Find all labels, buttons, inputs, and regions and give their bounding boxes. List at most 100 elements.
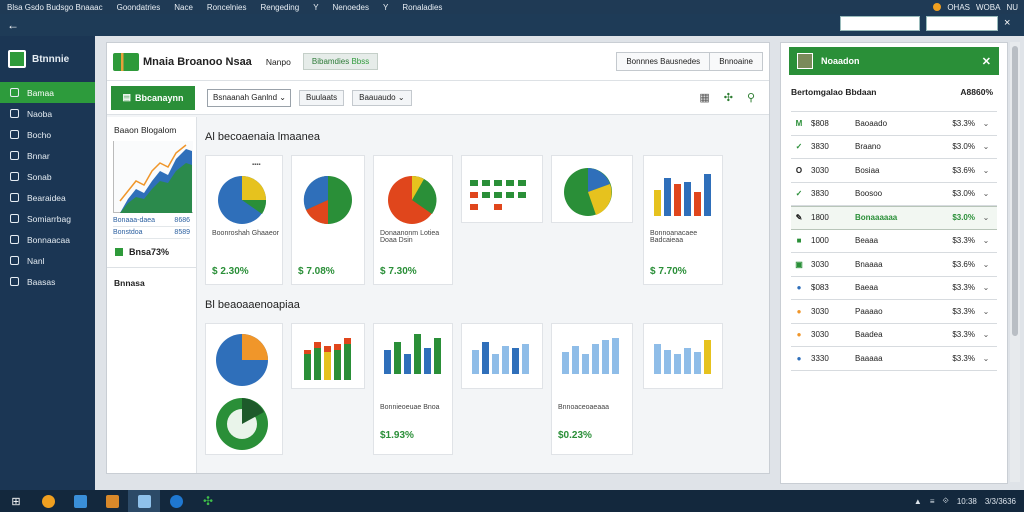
- bar: [654, 344, 661, 374]
- bar: [304, 354, 311, 380]
- filter-select[interactable]: Bsnaanah Ganlnd ⌄: [207, 88, 291, 107]
- menu-item[interactable]: Goondatries: [110, 3, 168, 12]
- notification-icon[interactable]: [933, 3, 942, 11]
- row-label: Bonaaa-daea: [113, 217, 156, 224]
- list-item[interactable]: M $808 Baoaado $3.3% ⌄: [791, 112, 997, 136]
- menu-item[interactable]: Ronaladies: [395, 3, 449, 12]
- clover-icon[interactable]: ✣: [724, 91, 733, 104]
- sidebar-item-dashboard[interactable]: Bamaa: [0, 82, 95, 103]
- chart-card[interactable]: [551, 155, 633, 223]
- chart-card[interactable]: [461, 323, 543, 389]
- scrollbar-thumb[interactable]: [1012, 46, 1018, 336]
- toolbar-button[interactable]: Buulaats: [299, 89, 345, 106]
- chart-card[interactable]: Bnnoaceoaeaaa $0.23%: [551, 323, 633, 455]
- start-button[interactable]: ⊞: [0, 490, 32, 512]
- row-value: $3.0%: [952, 213, 975, 223]
- sidebar-item[interactable]: Baasas: [0, 271, 95, 292]
- toolbar-dropdown[interactable]: Baauaudo ⌄: [352, 89, 412, 106]
- tray-volume-icon[interactable]: ⟐: [943, 496, 949, 506]
- header-link[interactable]: Nanpo: [266, 57, 291, 67]
- close-icon[interactable]: ✕: [982, 55, 991, 68]
- header-pill[interactable]: Bibamdies Bbss: [302, 53, 379, 70]
- menubar-status[interactable]: NU: [1006, 3, 1018, 12]
- chart-card[interactable]: [205, 323, 283, 455]
- tray-up-icon[interactable]: ▲: [914, 497, 922, 506]
- list-item[interactable]: ■ 1000 Beaaa $3.3% ⌄: [791, 230, 997, 253]
- chevron-down-icon[interactable]: ⌄: [975, 260, 997, 269]
- bar-chart: [562, 338, 619, 374]
- sidebar-item[interactable]: Bearaidea: [0, 187, 95, 208]
- primary-button[interactable]: ▤ Bbcanaynn: [111, 85, 195, 110]
- taskbar-app[interactable]: [128, 490, 160, 512]
- list-item[interactable]: ● 3030 Baadea $3.3% ⌄: [791, 324, 997, 347]
- menu-item[interactable]: Y: [376, 3, 395, 12]
- list-item[interactable]: ✓ 3830 Braano $3.0% ⌄: [791, 136, 997, 159]
- chart-card[interactable]: [643, 323, 723, 389]
- menubar-status[interactable]: OHAS: [947, 3, 970, 12]
- menu-item[interactable]: Nenoedes: [326, 3, 376, 12]
- menu-icon: [10, 235, 19, 244]
- chart-card[interactable]: $ 7.08%: [291, 155, 365, 285]
- grid-icon[interactable]: ▦: [699, 91, 709, 104]
- tray-network-icon[interactable]: ≡: [930, 497, 935, 506]
- chevron-down-icon[interactable]: ⌄: [975, 354, 997, 363]
- chevron-down-icon[interactable]: ⌄: [975, 236, 997, 245]
- bar: [572, 346, 579, 374]
- search-icon[interactable]: ⚲: [747, 91, 755, 104]
- sidebar-item[interactable]: Naoba: [0, 103, 95, 124]
- sidebar-item[interactable]: Nanl: [0, 250, 95, 271]
- back-arrow-icon[interactable]: ←: [0, 14, 26, 36]
- chevron-down-icon[interactable]: ⌄: [975, 142, 997, 151]
- chevron-down-icon[interactable]: ⌄: [975, 307, 997, 316]
- taskbar-app[interactable]: [32, 490, 64, 512]
- list-item[interactable]: ✎ 1800 Bonaaaaaa $3.0% ⌄: [791, 206, 997, 230]
- search-input-secondary[interactable]: [926, 16, 998, 31]
- taskbar-app[interactable]: [96, 490, 128, 512]
- chart-card[interactable]: [291, 323, 365, 389]
- search-input[interactable]: [840, 16, 920, 31]
- pie-chart: [564, 168, 612, 216]
- menu-item[interactable]: Roncelnies: [200, 3, 254, 12]
- chart-card[interactable]: Bonnoanacaee Badcaieaa $ 7.70%: [643, 155, 723, 285]
- chevron-down-icon[interactable]: ⌄: [975, 283, 997, 292]
- list-item[interactable]: ▣ 3030 Bnaaaa $3.6% ⌄: [791, 253, 997, 277]
- chart-card[interactable]: Bonnieoeuae Bnoa $1.93%: [373, 323, 453, 455]
- card-label: Bonnieoeuae Bnoa: [380, 404, 440, 411]
- chart-card[interactable]: Donaanonm Lotiea Doaa Dsin $ 7.30%: [373, 155, 453, 285]
- menubar-status[interactable]: WOBA: [976, 3, 1000, 12]
- chevron-down-icon[interactable]: ⌄: [975, 119, 997, 128]
- clock-time[interactable]: 10:38: [957, 497, 977, 506]
- chevron-down-icon[interactable]: ⌄: [975, 166, 997, 175]
- row-status-icon: ▣: [795, 259, 803, 269]
- chart-card[interactable]: [461, 155, 543, 223]
- scrollbar[interactable]: [1010, 42, 1020, 482]
- list-item[interactable]: ● 3330 Baaaaa $3.3% ⌄: [791, 347, 997, 371]
- chevron-down-icon[interactable]: ⌄: [975, 189, 997, 198]
- list-item[interactable]: ✓ 3830 Boosoo $3.0% ⌄: [791, 183, 997, 206]
- menu-icon: [10, 109, 19, 118]
- taskbar-app[interactable]: ✣: [192, 490, 224, 512]
- menu-item[interactable]: Rengeding: [253, 3, 306, 12]
- menu-item[interactable]: Nace: [167, 3, 200, 12]
- taskbar-app[interactable]: [160, 490, 192, 512]
- list-item[interactable]: O 3030 Bosiaa $3.6% ⌄: [791, 159, 997, 183]
- chevron-down-icon[interactable]: ⌄: [975, 330, 997, 339]
- segment-option[interactable]: Bonnnes Bausnedes: [617, 53, 711, 70]
- menu-item[interactable]: Y: [306, 3, 325, 12]
- bar: [424, 348, 431, 374]
- sidebar-item[interactable]: Bnnar: [0, 145, 95, 166]
- chevron-down-icon[interactable]: ⌄: [975, 213, 997, 222]
- list-item[interactable]: ● $083 Baeaa $3.3% ⌄: [791, 277, 997, 300]
- sidebar-item[interactable]: Somiarrbag: [0, 208, 95, 229]
- menu-item[interactable]: Blsa Gsdo Budsgo Bnaaac: [0, 3, 110, 12]
- sidebar-item[interactable]: Bonnaacaa: [0, 229, 95, 250]
- sidebar-item[interactable]: Sonab: [0, 166, 95, 187]
- taskbar-app[interactable]: [64, 490, 96, 512]
- list-item: Bonaaa-daea 8686: [113, 215, 190, 227]
- close-icon[interactable]: ×: [1004, 17, 1010, 29]
- list-item[interactable]: ● 3030 Paaaao $3.3% ⌄: [791, 300, 997, 324]
- chart-card[interactable]: ▪▪▪▪ Boonroshah Ghaaeor $ 2.30%: [205, 155, 283, 285]
- sidebar-item[interactable]: Bocho: [0, 124, 95, 145]
- segment-option[interactable]: Bnnoaine: [710, 53, 762, 70]
- avatar: [797, 53, 813, 69]
